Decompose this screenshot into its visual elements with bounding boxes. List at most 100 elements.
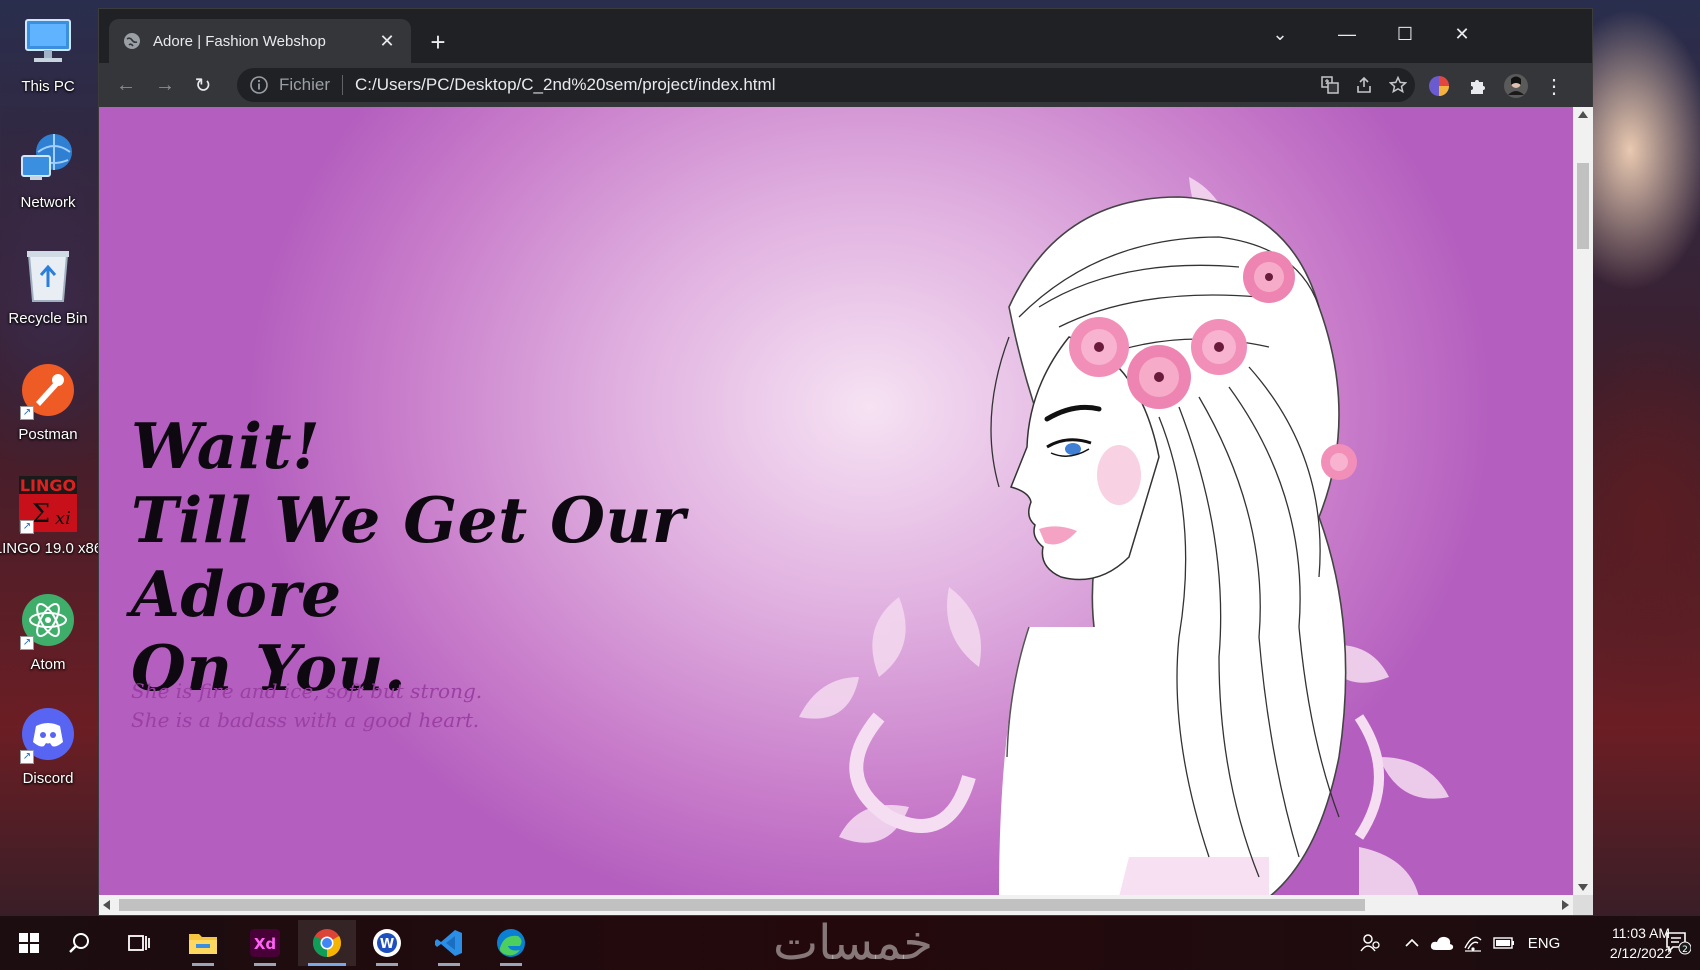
translate-icon[interactable]: [1313, 71, 1347, 99]
bookmark-star-icon[interactable]: [1381, 71, 1415, 99]
globe-icon: [124, 33, 140, 49]
taskbar-adobe-xd[interactable]: Xd: [236, 920, 294, 966]
info-icon[interactable]: [249, 75, 269, 95]
taskbar-edge[interactable]: [482, 920, 540, 966]
postman-icon: ↗: [18, 360, 78, 420]
language-indicator[interactable]: ENG: [1524, 916, 1564, 970]
onedrive-cloud-icon[interactable]: [1428, 916, 1456, 970]
svg-text:LINGO: LINGO: [20, 476, 76, 495]
scroll-left-arrow[interactable]: [103, 900, 110, 910]
scroll-up-arrow[interactable]: [1578, 111, 1588, 118]
recycle-bin-icon: [18, 244, 78, 304]
svg-text:Σ: Σ: [32, 499, 50, 529]
taskbar-app-w[interactable]: W: [358, 920, 416, 966]
scroll-right-arrow[interactable]: [1562, 900, 1569, 910]
task-view-icon: [128, 935, 150, 951]
omnibox-separator: [342, 75, 344, 95]
desktop-icon-recycle-bin[interactable]: Recycle Bin: [0, 236, 96, 346]
hero-subtitle: She is fire and ice, soft but strong. Sh…: [131, 677, 651, 735]
notification-icon: 2: [1666, 932, 1691, 955]
vertical-scrollbar[interactable]: [1573, 107, 1593, 895]
task-view-button[interactable]: [110, 920, 168, 966]
atom-icon: ↗: [18, 590, 78, 650]
new-tab-button[interactable]: +: [424, 29, 452, 55]
extensions-puzzle-icon[interactable]: [1463, 73, 1493, 99]
page-viewport: Wait! Till We Get Our Adore On You. She …: [99, 107, 1573, 895]
notification-center-button[interactable]: 2: [1660, 916, 1696, 970]
people-icon[interactable]: [1356, 916, 1386, 970]
desktop-icon-label: Atom: [30, 656, 66, 673]
back-button[interactable]: ←: [111, 71, 141, 99]
shortcut-arrow-icon: ↗: [20, 750, 34, 764]
hero-title: Wait! Till We Get Our Adore On You.: [131, 409, 851, 705]
adobe-xd-icon: Xd: [250, 929, 280, 957]
scroll-down-arrow[interactable]: [1578, 884, 1588, 891]
desktop-icon-label: Discord: [22, 770, 74, 787]
tray-chevron-up-icon[interactable]: [1398, 916, 1426, 970]
browser-window: Adore | Fashion Webshop ✕ + ⌄ — ☐ ✕ ← → …: [98, 8, 1593, 916]
wifi-icon[interactable]: [1460, 916, 1486, 970]
network-icon: [18, 128, 78, 188]
address-bar[interactable]: Fichier C:/Users/PC/Desktop/C_2nd%20sem/…: [237, 68, 1415, 102]
tab-search-button[interactable]: ⌄: [1257, 17, 1303, 51]
forward-button[interactable]: →: [150, 71, 180, 99]
desktop-icons: This PC Network Recycle Bin ↗ Postman LI…: [0, 0, 102, 910]
chrome-icon: [313, 929, 341, 957]
desktop-icon-label: Postman: [18, 426, 78, 443]
desktop-icon-label: This PC: [21, 78, 75, 95]
lingo-icon: LINGO Σ xi ↗: [18, 474, 78, 534]
browser-menu-button[interactable]: ⋮: [1539, 73, 1569, 99]
taskbar: Xd W خمسات ENG 11:03 AM 2/12/2022 2: [0, 916, 1700, 970]
url-text[interactable]: C:/Users/PC/Desktop/C_2nd%20sem/project/…: [355, 75, 1313, 95]
extension-colorful-icon[interactable]: [1424, 73, 1454, 99]
taskbar-vscode[interactable]: [420, 920, 478, 966]
app-w-icon: W: [373, 929, 401, 957]
hero-line: Wait!: [131, 409, 321, 483]
woman-illustration: [799, 177, 1449, 895]
reload-button[interactable]: ↻: [188, 71, 218, 99]
minimize-button[interactable]: —: [1324, 17, 1370, 51]
hero-line: Till We Get Our Adore: [131, 483, 686, 631]
maximize-button[interactable]: ☐: [1382, 17, 1428, 51]
taskbar-file-explorer[interactable]: [174, 920, 232, 966]
desktop-icon-label: Recycle Bin: [8, 310, 88, 327]
desktop-icon-label: LINGO 19.0 x86: [0, 540, 103, 557]
horizontal-scroll-thumb[interactable]: [119, 899, 1365, 911]
shortcut-arrow-icon: ↗: [20, 520, 34, 534]
shortcut-arrow-icon: ↗: [20, 636, 34, 650]
taskbar-chrome[interactable]: [298, 920, 356, 966]
tab-close-icon[interactable]: ✕: [377, 31, 397, 52]
profile-avatar[interactable]: [1501, 73, 1531, 99]
svg-text:Xd: Xd: [254, 935, 276, 953]
folder-icon: [189, 934, 217, 954]
horizontal-scrollbar[interactable]: [99, 895, 1573, 915]
subtitle-line: She is a badass with a good heart.: [131, 708, 480, 732]
desktop-icon-postman[interactable]: ↗ Postman: [0, 352, 96, 462]
edge-icon: [497, 929, 525, 957]
tab-strip: Adore | Fashion Webshop ✕ + ⌄ — ☐ ✕: [99, 9, 1592, 63]
tab-adore[interactable]: Adore | Fashion Webshop ✕: [109, 19, 411, 63]
svg-text:xi: xi: [55, 508, 71, 529]
shortcut-arrow-icon: ↗: [20, 406, 34, 420]
scrollbar-corner: [1573, 895, 1593, 915]
svg-text:W: W: [380, 937, 394, 952]
desktop-icon-network[interactable]: Network: [0, 120, 96, 230]
vertical-scroll-thumb[interactable]: [1577, 163, 1589, 249]
desktop-icon-this-pc[interactable]: This PC: [0, 4, 96, 114]
vscode-icon: [435, 930, 462, 956]
url-scheme-label: Fichier: [279, 75, 331, 94]
desktop-icon-lingo[interactable]: LINGO Σ xi ↗ LINGO 19.0 x86: [0, 466, 102, 576]
battery-icon[interactable]: [1490, 916, 1518, 970]
close-window-button[interactable]: ✕: [1439, 17, 1485, 51]
share-icon[interactable]: [1347, 71, 1381, 99]
desktop-icon-atom[interactable]: ↗ Atom: [0, 582, 96, 692]
search-icon: [69, 933, 89, 953]
discord-icon: ↗: [18, 704, 78, 764]
subtitle-line: She is fire and ice, soft but strong.: [131, 679, 483, 703]
tab-title: Adore | Fashion Webshop: [153, 32, 326, 50]
desktop-icon-label: Network: [20, 194, 76, 211]
search-button[interactable]: [50, 920, 108, 966]
desktop-icon-discord[interactable]: ↗ Discord: [0, 696, 96, 806]
windows-logo-icon: [19, 933, 39, 953]
monitor-icon: [18, 12, 78, 72]
